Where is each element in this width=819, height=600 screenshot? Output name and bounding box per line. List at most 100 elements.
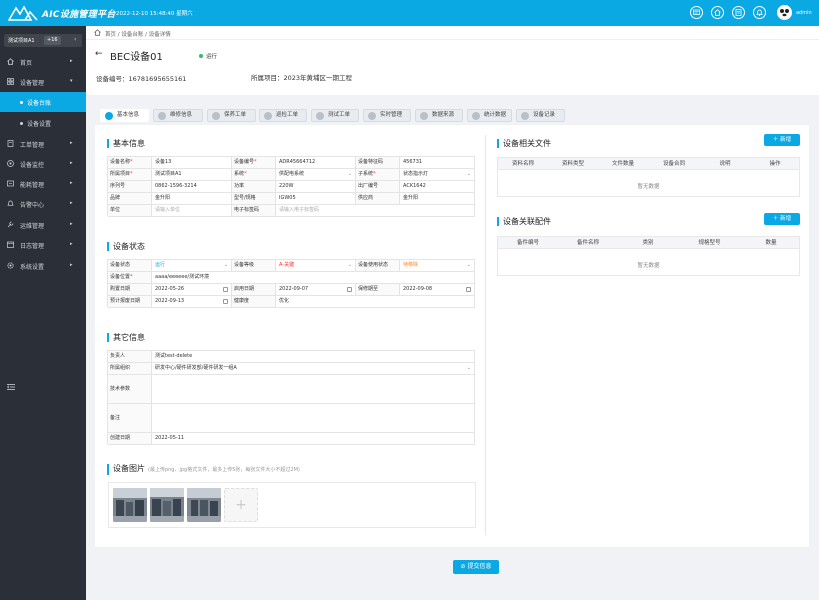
unit-input[interactable]: 请输入单位 — [152, 205, 232, 216]
home-icon[interactable] — [711, 6, 724, 19]
subsystem-select[interactable]: 状态指示灯 ⌄ — [400, 169, 475, 180]
supplier-field[interactable]: 金升阳 — [400, 193, 475, 204]
power-field[interactable]: 220W — [276, 181, 356, 192]
field-label: 设备使用状态 — [356, 260, 400, 271]
device-status-select[interactable]: 运行 ⌄ — [152, 260, 232, 271]
tab-icon — [472, 112, 480, 120]
tab-label: 统计数据 — [484, 112, 507, 118]
sidebar-item-energy[interactable]: 能耗管理 ▸ — [0, 174, 86, 194]
avatar[interactable] — [777, 5, 792, 20]
tab-label: 巡检工单 — [276, 112, 299, 118]
tab-data-source[interactable]: 数据来源 — [415, 109, 463, 122]
organization-select[interactable]: 研发中心/硬件研发部/硬件研发一组A ⌄ — [152, 363, 475, 374]
scrap-date-picker[interactable]: 2022-09-13 — [152, 296, 232, 307]
sidebar-item-operations[interactable]: 运维管理 ▸ — [0, 215, 86, 235]
sidebar-item-device-ledger[interactable]: 设备台账 — [0, 92, 86, 112]
form-row: 负责人 测试test-delete — [108, 351, 475, 363]
factory-number-field[interactable]: ACK1642 — [400, 181, 475, 192]
page-title: BEC设备01 — [110, 52, 163, 63]
add-image-button[interactable]: + — [224, 488, 258, 522]
tab-inspection-orders[interactable]: 巡检工单 — [259, 109, 307, 122]
field-label: 设备编号* — [232, 157, 276, 168]
sidebar-item-home[interactable]: 首页 ▸ — [0, 52, 86, 72]
submit-button[interactable]: ⊘ 提交信息 — [453, 560, 499, 574]
sidebar-item-system-settings[interactable]: 系统设置 ▸ — [0, 256, 86, 276]
basic-info-form: 设备名称* 设备13 设备编号* ADR45664712 设备特征码 45673… — [107, 156, 475, 217]
chevron-right-icon: ▸ — [70, 200, 73, 206]
breadcrumb-path[interactable]: 首页 / 设备台账 / 设备详情 — [105, 30, 171, 38]
message-icon[interactable] — [690, 6, 703, 19]
tool-icon — [7, 221, 14, 228]
device-code-field[interactable]: ADR45664712 — [276, 157, 356, 168]
sidebar-item-logs[interactable]: 日志管理 ▸ — [0, 235, 86, 255]
owner-field[interactable]: 测试test-delete — [152, 351, 475, 362]
tech-params-textarea[interactable] — [152, 375, 475, 403]
breadcrumb: 首页 / 设备台账 / 设备详情 — [86, 26, 819, 40]
field-label: 预计报废日期 — [108, 296, 152, 307]
field-label: 系统* — [232, 169, 276, 180]
rfid-tag-input[interactable]: 请输入电子标签码 — [276, 205, 475, 216]
chevron-left-icon: ‹ — [74, 36, 77, 43]
add-part-button[interactable]: ＋ 新增 — [764, 213, 800, 225]
sidebar-item-label: 日志管理 — [20, 243, 45, 250]
tab-test-orders[interactable]: 测试工单 — [311, 109, 359, 122]
start-date-picker[interactable]: 2022-09-07 — [276, 284, 356, 295]
collapse-menu-icon[interactable] — [7, 383, 15, 391]
tab-statistics[interactable]: 统计数据 — [467, 109, 512, 122]
field-label: 电子标签码 — [232, 205, 276, 216]
chevron-right-icon: ▸ — [70, 58, 73, 64]
tab-icon — [316, 112, 324, 120]
chevron-down-icon: ⌄ — [223, 262, 228, 268]
sidebar-item-alarm-center[interactable]: 告警中心 ▸ — [0, 194, 86, 214]
username[interactable]: admin — [796, 10, 812, 16]
model-field[interactable]: IGW05 — [276, 193, 356, 204]
sidebar-item-label: 能耗管理 — [20, 182, 45, 189]
tab-basic-info[interactable]: 基本信息 — [100, 109, 149, 122]
bell-icon[interactable] — [753, 6, 766, 19]
sidebar-item-device-monitor[interactable]: 设备监控 ▸ — [0, 154, 86, 174]
chevron-right-icon: ▸ — [70, 140, 73, 146]
add-file-button[interactable]: ＋ 新增 — [764, 134, 800, 146]
column-header: 操作 — [769, 161, 781, 167]
tab-maintenance-orders[interactable]: 保养工单 — [207, 109, 256, 122]
device-level-select[interactable]: A-关键 ⌄ — [276, 260, 356, 271]
notes-icon[interactable] — [732, 6, 745, 19]
section-title-images: 设备图片 (最上传png、jpg格式文件，最多上传5张，每张文件大小不超过2M) — [107, 464, 300, 475]
device-name-field[interactable]: 设备13 — [152, 157, 232, 168]
warranty-date-picker[interactable]: 2022-09-08 — [400, 284, 475, 295]
column-header: 资料名称 — [511, 161, 534, 167]
project-selector[interactable]: 测试项目A1 +16 ‹ — [4, 34, 82, 47]
tab-label: 基本信息 — [117, 112, 140, 118]
field-label: 保修期至 — [356, 284, 400, 295]
sidebar-item-device-management[interactable]: 设备管理 ▾ — [0, 72, 86, 92]
form-row: 所属组织 研发中心/硬件研发部/硬件研发一组A ⌄ — [108, 363, 475, 375]
feature-code-field[interactable]: 456731 — [400, 157, 475, 168]
chevron-down-icon: ⌄ — [466, 171, 471, 177]
sidebar-item-work-orders[interactable]: 工单管理 ▸ — [0, 134, 86, 154]
back-arrow-icon[interactable]: ← — [95, 49, 103, 59]
purchase-date-picker[interactable]: 2022-05-26 — [152, 284, 232, 295]
sidebar-item-label: 系统设置 — [20, 264, 45, 271]
remark-textarea[interactable] — [152, 404, 475, 432]
usage-status-select[interactable]: 待移除 ⌄ — [400, 260, 475, 271]
home-icon[interactable] — [94, 29, 101, 36]
device-photo[interactable] — [187, 488, 221, 522]
serial-number-field[interactable]: 0862-1596-3214 — [152, 181, 232, 192]
column-header: 备件编号 — [516, 240, 539, 246]
status-dot-icon — [199, 54, 203, 58]
location-field[interactable]: aaaa/eeeeee/测试环境 — [152, 272, 475, 283]
field-label: 序列号 — [108, 181, 152, 192]
device-photo[interactable] — [113, 488, 147, 522]
brand-field[interactable]: 金升阳 — [152, 193, 232, 204]
form-row: 所属项目* 测试项目A1 系统* 供配电系统 ⌄ 子系统* 状态指示灯 ⌄ — [108, 169, 475, 181]
tab-device-records[interactable]: 设备记录 — [516, 109, 565, 122]
tab-icon — [264, 112, 272, 120]
tab-realtime[interactable]: 实时管理 — [363, 109, 411, 122]
system-select[interactable]: 供配电系统 ⌄ — [276, 169, 356, 180]
device-photo[interactable] — [150, 488, 184, 522]
health-field[interactable]: 优化 — [276, 296, 475, 307]
sidebar-item-device-settings[interactable]: 设备设置 — [0, 113, 86, 133]
project-field[interactable]: 测试项目A1 — [152, 169, 232, 180]
chevron-down-icon: ⌄ — [466, 262, 471, 268]
tab-repair-info[interactable]: 维修信息 — [153, 109, 203, 122]
